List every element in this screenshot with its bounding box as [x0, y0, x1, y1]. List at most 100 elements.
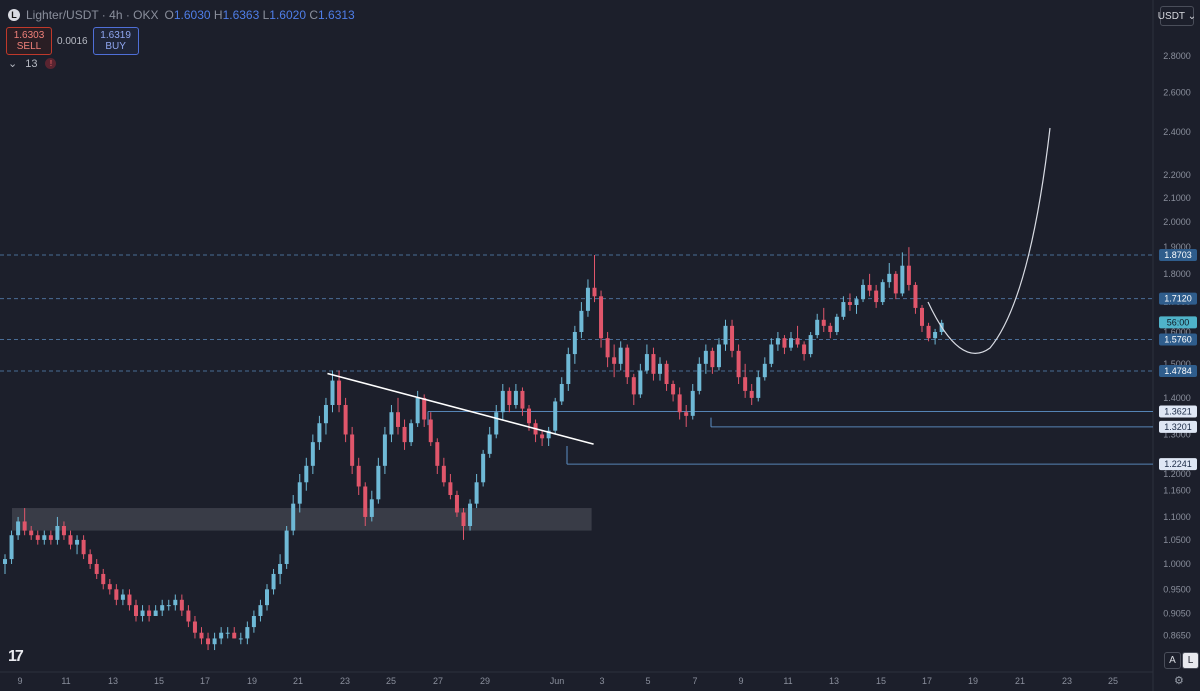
candle-body	[507, 390, 512, 406]
candle-body	[251, 615, 256, 628]
candle-body	[461, 512, 466, 526]
open-label: O	[164, 8, 174, 22]
x-tick-label: 13	[108, 676, 118, 686]
candle-body	[369, 499, 374, 517]
y-tick-label: 2.2000	[1163, 170, 1191, 180]
candle-body	[16, 521, 21, 536]
candle-body	[494, 412, 499, 435]
candle-body	[815, 319, 820, 336]
price-level-label: 1.8703	[1164, 250, 1192, 260]
x-tick-label: 25	[386, 676, 396, 686]
candle-body	[147, 610, 152, 616]
candle-body	[677, 394, 682, 413]
candle-body	[867, 284, 872, 291]
candle-body	[553, 401, 558, 431]
candle-body	[572, 331, 577, 355]
y-tick-label: 0.9500	[1163, 584, 1191, 594]
candle-body	[238, 638, 243, 640]
symbol-header: L Lighter/USDT · 4h · OKX O1.6030 H1.636…	[8, 8, 355, 22]
ohlc-readout: O1.6030 H1.6363 L1.6020 C1.6313	[165, 8, 355, 22]
candle-body	[736, 350, 741, 378]
lighter-logo-icon: L	[8, 9, 20, 21]
candle-body	[323, 405, 328, 424]
y-tick-label: 0.8650	[1163, 631, 1191, 641]
candle-body	[363, 486, 368, 517]
gear-icon[interactable]: ⚙	[1174, 674, 1184, 687]
price-level-label: 1.4784	[1164, 366, 1192, 376]
candle-body	[160, 605, 165, 611]
buy-button[interactable]: 1.6319 BUY	[92, 27, 139, 55]
low-value: 1.6020	[269, 8, 306, 22]
candle-body	[481, 453, 486, 483]
close-label: C	[309, 8, 319, 22]
candle-body	[723, 325, 728, 345]
candle-body	[684, 412, 689, 416]
symbol-title[interactable]: Lighter/USDT · 4h · OKX	[26, 8, 159, 22]
candle-body	[225, 632, 230, 634]
candle-body	[396, 412, 400, 427]
candle-body	[802, 344, 807, 355]
candle-body	[271, 573, 276, 590]
candle-body	[88, 554, 93, 564]
x-tick-label: 17	[200, 676, 210, 686]
candle-body	[68, 535, 73, 545]
indicator-row: ⌄ 13 !	[8, 57, 57, 70]
candle-body	[206, 638, 211, 645]
candle-body	[605, 338, 610, 358]
candle-body	[35, 535, 40, 540]
candle-body	[29, 530, 34, 536]
candle-body	[874, 290, 879, 303]
candle-body	[585, 287, 590, 311]
x-tick-label: 19	[968, 676, 978, 686]
candle-body	[658, 363, 662, 374]
candle-body	[3, 559, 7, 564]
candle-body	[120, 594, 125, 600]
candle-body	[880, 282, 885, 303]
candle-body	[756, 377, 761, 398]
x-tick-label: 15	[876, 676, 886, 686]
buy-label: BUY	[105, 41, 126, 52]
candle-body	[743, 377, 748, 391]
y-tick-label: 1.1000	[1163, 512, 1191, 522]
currency-selector[interactable]: USDT ⌄	[1158, 6, 1196, 26]
y-tick-label: 1.0500	[1163, 535, 1191, 545]
candle-body	[265, 589, 269, 606]
sell-price: 1.6303	[13, 30, 45, 41]
candle-body	[926, 325, 931, 339]
candle-body	[513, 390, 518, 406]
sell-button[interactable]: 1.6303 SELL	[6, 27, 52, 55]
countdown-label: 56:00	[1167, 317, 1190, 327]
candle-body	[94, 563, 99, 574]
candle-body	[382, 434, 387, 466]
candle-body	[789, 338, 793, 348]
candle-body	[454, 494, 459, 513]
candle-body	[114, 589, 119, 600]
candle-body	[140, 610, 145, 616]
candle-body	[389, 412, 394, 435]
candle-body	[710, 350, 715, 368]
candle-body	[441, 465, 446, 483]
warning-icon[interactable]: !	[45, 58, 57, 69]
candle-body	[906, 265, 911, 285]
candle-body	[278, 563, 283, 574]
y-tick-label: 2.1000	[1163, 193, 1191, 203]
x-tick-label: 5	[645, 676, 650, 686]
x-tick-label: 11	[61, 676, 70, 686]
chevron-down-icon[interactable]: ⌄	[8, 57, 17, 70]
candle-body	[61, 525, 66, 536]
candle-body	[566, 354, 571, 384]
x-tick-label: 13	[829, 676, 839, 686]
candle-body	[474, 482, 479, 504]
candle-body	[625, 347, 630, 378]
candle-body	[166, 605, 171, 607]
price-level-label: 1.3621	[1164, 406, 1192, 416]
y-tick-label: 1.8000	[1163, 269, 1191, 279]
x-tick-label: 23	[340, 676, 350, 686]
x-tick-label: 15	[154, 676, 164, 686]
candle-body	[127, 594, 132, 606]
auto-scale-button[interactable]: A	[1164, 652, 1181, 669]
indicator-count[interactable]: 13	[25, 58, 37, 70]
candle-body	[540, 434, 545, 439]
log-scale-button[interactable]: L	[1182, 652, 1199, 669]
price-chart[interactable]: 2.80002.60002.40002.20002.10002.00001.90…	[0, 0, 1200, 691]
